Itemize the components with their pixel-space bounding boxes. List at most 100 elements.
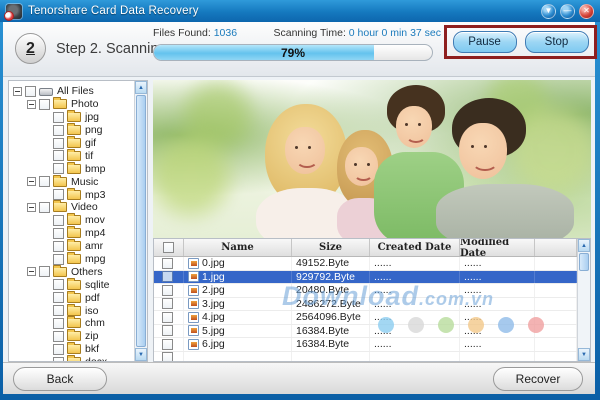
tree-item[interactable]: Photo — [9, 98, 134, 111]
tree-expander-icon[interactable] — [41, 319, 50, 328]
tree-item[interactable]: tif — [9, 149, 134, 162]
scroll-up-icon[interactable]: ▲ — [578, 239, 590, 252]
tree-checkbox[interactable] — [53, 318, 64, 329]
tree-expander-icon[interactable] — [41, 242, 50, 251]
column-header[interactable]: Modified Date — [460, 239, 535, 256]
tree-expander-icon[interactable] — [41, 113, 50, 122]
tree-expander-icon[interactable] — [27, 267, 36, 276]
tree-item[interactable]: mov — [9, 214, 134, 227]
scroll-down-icon[interactable]: ▼ — [135, 348, 147, 361]
table-row[interactable]: 3.jpg 2486272.Byte ...... ...... — [154, 298, 577, 312]
tree-expander-icon[interactable] — [41, 216, 50, 225]
table-row[interactable]: 6.jpg 16384.Byte ...... ...... — [154, 338, 577, 352]
tree-item[interactable]: Music — [9, 175, 134, 188]
table-scrollbar[interactable]: ▲ ▼ — [577, 239, 590, 361]
tree-checkbox[interactable] — [53, 138, 64, 149]
row-checkbox[interactable] — [162, 258, 173, 269]
tree-checkbox[interactable] — [53, 357, 64, 361]
tree-item[interactable]: png — [9, 124, 134, 137]
tree-checkbox[interactable] — [53, 241, 64, 252]
tree-checkbox[interactable] — [53, 279, 64, 290]
row-checkbox[interactable] — [162, 339, 173, 350]
tree-checkbox[interactable] — [53, 189, 64, 200]
column-header[interactable]: Created Date — [370, 239, 460, 256]
tree-checkbox[interactable] — [39, 176, 50, 187]
table-row[interactable] — [154, 352, 577, 362]
tree-checkbox[interactable] — [53, 163, 64, 174]
tree-checkbox[interactable] — [39, 99, 50, 110]
tree-scrollbar-thumb[interactable] — [136, 95, 146, 347]
table-row[interactable]: 5.jpg 16384.Byte ...... ...... — [154, 325, 577, 339]
tree-expander-icon[interactable] — [41, 306, 50, 315]
tree-checkbox[interactable] — [53, 228, 64, 239]
close-button[interactable]: ✕ — [579, 4, 594, 19]
back-button[interactable]: Back — [13, 367, 107, 391]
scroll-down-icon[interactable]: ▼ — [578, 348, 590, 361]
tree-item[interactable]: Video — [9, 201, 134, 214]
tree-expander-icon[interactable] — [27, 100, 36, 109]
scroll-up-icon[interactable]: ▲ — [135, 81, 147, 94]
table-scrollbar-thumb[interactable] — [579, 253, 589, 271]
menu-arrow-button[interactable]: ▼ — [541, 4, 556, 19]
tree-item[interactable]: sqlite — [9, 278, 134, 291]
tree-checkbox[interactable] — [53, 215, 64, 226]
tree-checkbox[interactable] — [53, 292, 64, 303]
tree-expander-icon[interactable] — [41, 358, 50, 361]
tree-expander-icon[interactable] — [41, 345, 50, 354]
tree-expander-icon[interactable] — [27, 203, 36, 212]
tree-expander-icon[interactable] — [41, 255, 50, 264]
table-row[interactable]: 1.jpg 929792.Byte ...... ...... — [154, 271, 577, 285]
stop-button[interactable]: Stop — [525, 31, 589, 53]
select-all-checkbox[interactable] — [163, 242, 174, 253]
row-checkbox[interactable] — [162, 312, 173, 323]
tree-expander-icon[interactable] — [41, 229, 50, 238]
row-checkbox[interactable] — [162, 352, 173, 361]
row-checkbox[interactable] — [162, 285, 173, 296]
column-header[interactable]: Size — [292, 239, 370, 256]
tree-item[interactable]: bmp — [9, 162, 134, 175]
tree-item[interactable]: jpg — [9, 111, 134, 124]
tree-item[interactable]: All Files — [9, 85, 134, 98]
tree-checkbox[interactable] — [53, 150, 64, 161]
tree-item[interactable]: amr — [9, 240, 134, 253]
row-checkbox[interactable] — [162, 298, 173, 309]
tree-expander-icon[interactable] — [41, 151, 50, 160]
tree-checkbox[interactable] — [25, 86, 36, 97]
row-checkbox[interactable] — [162, 325, 173, 336]
tree-item[interactable]: mp4 — [9, 227, 134, 240]
tree-checkbox[interactable] — [39, 202, 50, 213]
tree-item[interactable]: gif — [9, 137, 134, 150]
tree-item[interactable]: zip — [9, 330, 134, 343]
column-header[interactable]: Name — [184, 239, 292, 256]
tree-expander-icon[interactable] — [27, 177, 36, 186]
tree-expander-icon[interactable] — [41, 280, 50, 289]
tree-checkbox[interactable] — [53, 305, 64, 316]
recover-button[interactable]: Recover — [493, 367, 583, 391]
tree-checkbox[interactable] — [53, 331, 64, 342]
tree-checkbox[interactable] — [53, 254, 64, 265]
tree-checkbox[interactable] — [39, 266, 50, 277]
minimize-button[interactable]: — — [560, 4, 575, 19]
tree-expander-icon[interactable] — [41, 164, 50, 173]
tree-scrollbar[interactable]: ▲ ▼ — [134, 81, 147, 361]
tree-checkbox[interactable] — [53, 112, 64, 123]
table-row[interactable]: 2.jpg 20480.Byte ...... ...... — [154, 284, 577, 298]
tree-checkbox[interactable] — [53, 125, 64, 136]
table-row[interactable]: 4.jpg 2564096.Byte ...... ...... — [154, 311, 577, 325]
tree-expander-icon[interactable] — [41, 126, 50, 135]
tree-item[interactable]: iso — [9, 304, 134, 317]
tree-item[interactable]: pdf — [9, 291, 134, 304]
tree-expander-icon[interactable] — [41, 332, 50, 341]
pause-button[interactable]: Pause — [453, 31, 517, 53]
tree-item[interactable]: mp3 — [9, 188, 134, 201]
row-checkbox[interactable] — [162, 271, 173, 282]
tree-item[interactable]: docx — [9, 356, 134, 361]
tree-item[interactable]: bkf — [9, 343, 134, 356]
table-row[interactable]: 0.jpg 49152.Byte ...... ...... — [154, 257, 577, 271]
tree-item[interactable]: chm — [9, 317, 134, 330]
tree-expander-icon[interactable] — [13, 87, 22, 96]
tree-expander-icon[interactable] — [41, 293, 50, 302]
tree-item[interactable]: mpg — [9, 253, 134, 266]
tree-expander-icon[interactable] — [41, 190, 50, 199]
tree-checkbox[interactable] — [53, 344, 64, 355]
